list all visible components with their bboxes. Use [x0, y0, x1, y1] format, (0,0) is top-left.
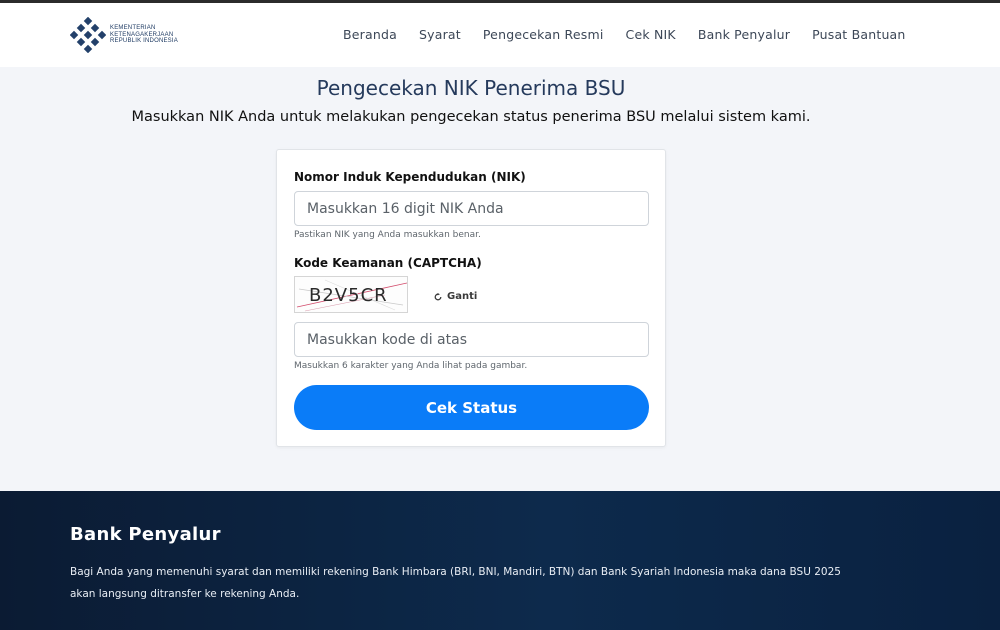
refresh-label: Ganti	[447, 291, 478, 302]
site-footer: Bank Penyalur Bagi Anda yang memenuhi sy…	[0, 491, 1000, 630]
footer-text: Bagi Anda yang memenuhi syarat dan memil…	[70, 566, 841, 600]
nik-check-form: Nomor Induk Kependudukan (NIK) Pastikan …	[276, 149, 666, 447]
refresh-icon	[434, 292, 442, 300]
main-nav: Beranda Syarat Pengecekan Resmi Cek NIK …	[343, 27, 906, 42]
nav-cek-nik[interactable]: Cek NIK	[626, 27, 676, 42]
ministry-logo-icon	[70, 17, 106, 53]
nik-hint: Pastikan NIK yang Anda masukkan benar.	[294, 230, 481, 240]
nav-pengecekan-resmi[interactable]: Pengecekan Resmi	[483, 27, 604, 42]
nav-bank-penyalur[interactable]: Bank Penyalur	[698, 27, 790, 42]
nav-pusat-bantuan[interactable]: Pusat Bantuan	[812, 27, 905, 42]
ministry-logo[interactable]: KEMENTERIAN KETENAGAKERJAAN REPUBLIK IND…	[70, 17, 178, 53]
logo-line-3: REPUBLIK INDONESIA	[110, 38, 178, 45]
nav-syarat[interactable]: Syarat	[419, 27, 461, 42]
logo-text: KEMENTERIAN KETENAGAKERJAAN REPUBLIK IND…	[110, 25, 178, 45]
captcha-input[interactable]	[294, 322, 649, 357]
page-subtitle: Masukkan NIK Anda untuk melakukan pengec…	[131, 109, 811, 125]
captcha-image: B2V5CR	[294, 276, 408, 313]
captcha-code: B2V5CR	[309, 285, 388, 306]
site-header: KEMENTERIAN KETENAGAKERJAAN REPUBLIK IND…	[0, 3, 1000, 67]
check-status-button[interactable]: Cek Status	[294, 385, 649, 430]
page-title: Pengecekan NIK Penerima BSU	[316, 76, 626, 100]
captcha-hint: Masukkan 6 karakter yang Anda lihat pada…	[294, 361, 528, 371]
nav-beranda[interactable]: Beranda	[343, 27, 397, 42]
nik-label: Nomor Induk Kependudukan (NIK)	[294, 170, 526, 184]
footer-title: Bank Penyalur	[70, 524, 221, 545]
captcha-label: Kode Keamanan (CAPTCHA)	[294, 256, 482, 270]
nik-input[interactable]	[294, 191, 649, 226]
captcha-refresh-button[interactable]: Ganti	[434, 291, 477, 302]
